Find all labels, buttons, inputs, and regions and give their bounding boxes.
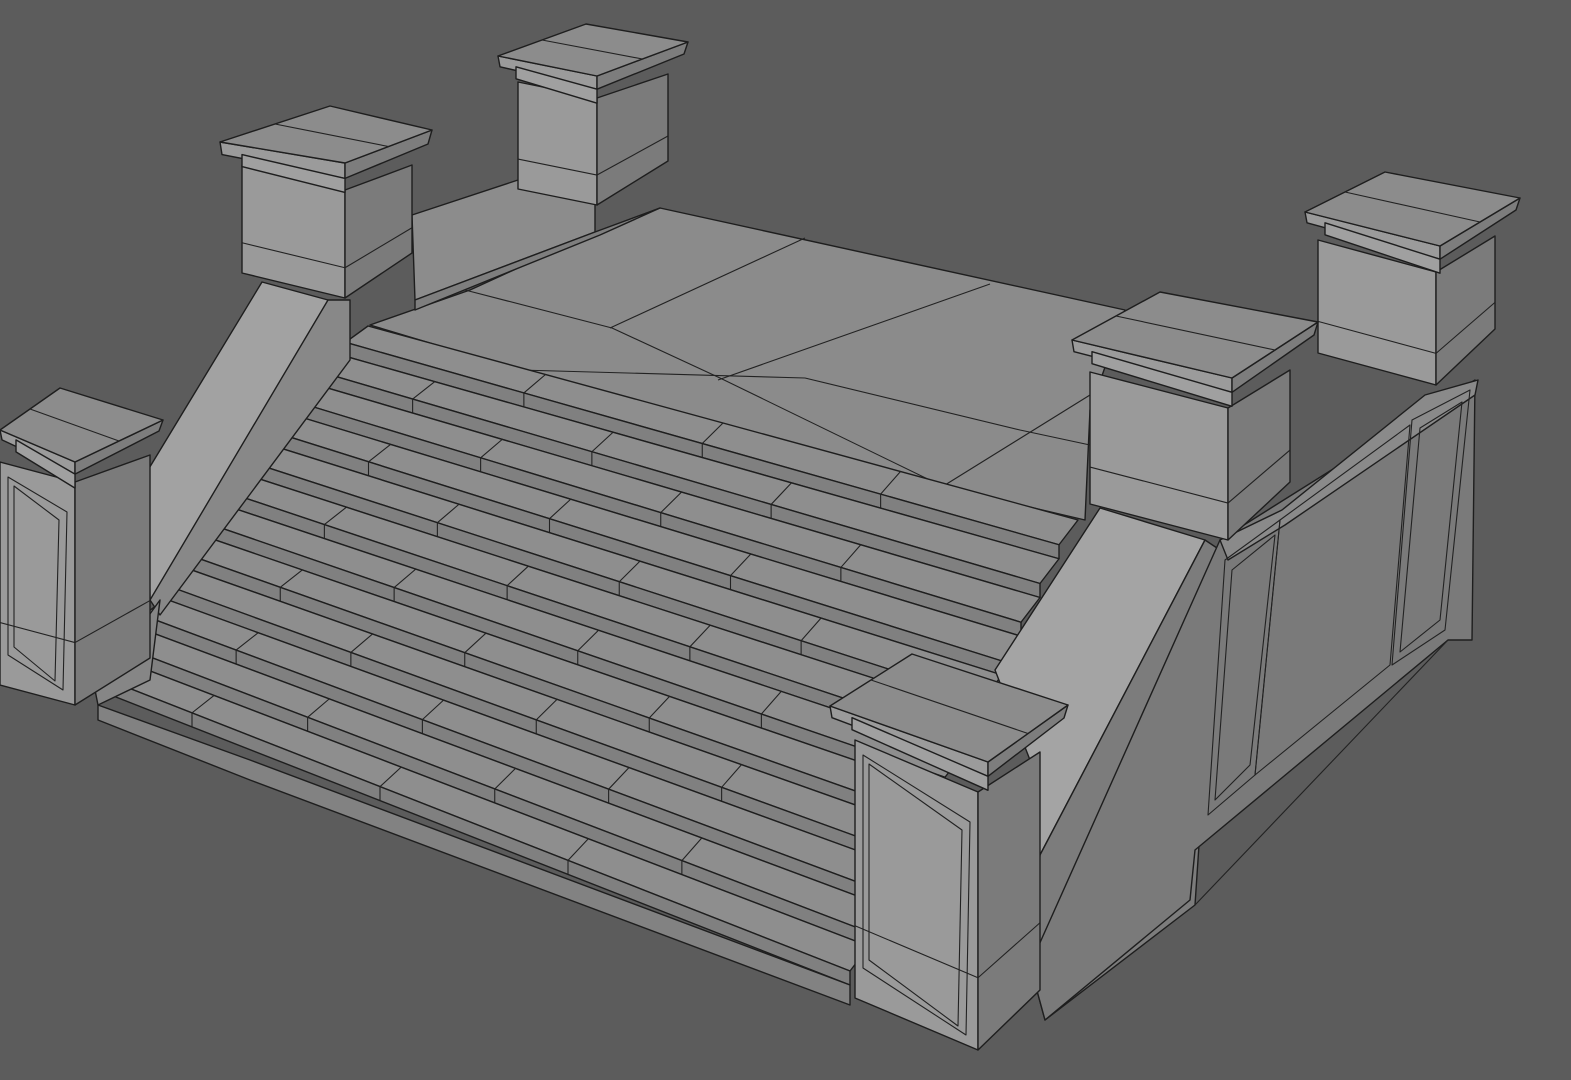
pillar-front-left [0,387,164,706]
pillar-face-side [596,73,669,206]
staircase-model[interactable] [0,0,1571,1080]
pillar-face-front [854,739,979,1051]
pillar-front-right [829,653,1069,1051]
pillar-face-side [344,164,413,299]
pillar-face-front [517,81,598,206]
pillar-back-left-outer [219,105,433,299]
pillar-face-side [977,751,1041,1051]
3d-viewport[interactable] [0,0,1571,1080]
pillar-back-center [497,23,689,206]
pillar-back-right [1304,171,1521,386]
